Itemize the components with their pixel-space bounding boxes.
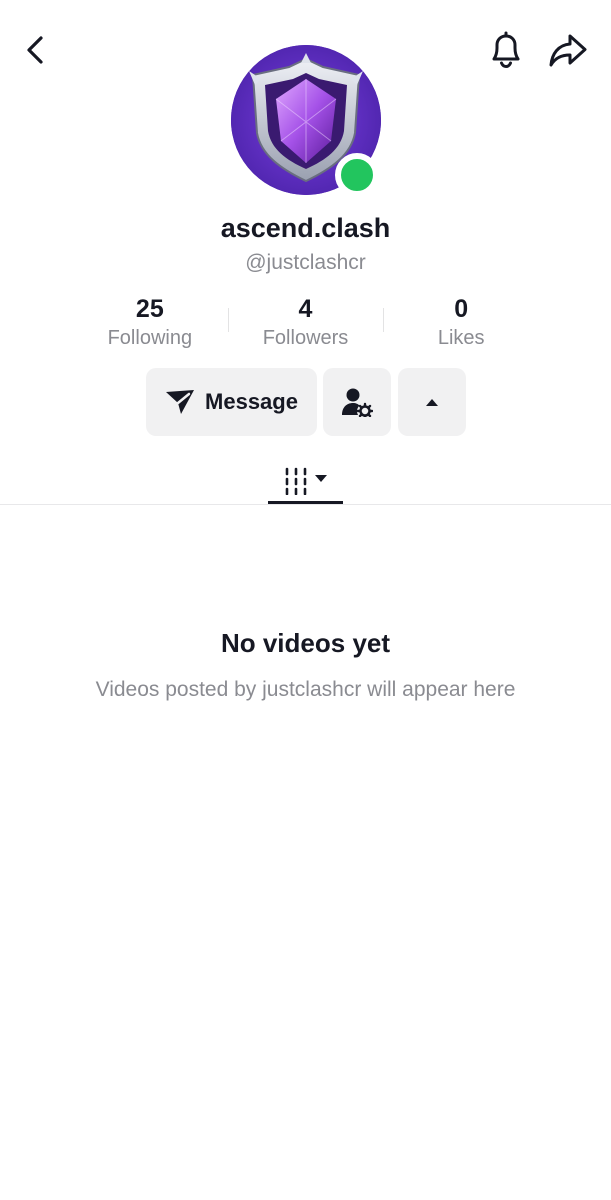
active-tab-indicator	[268, 501, 343, 504]
stats-row: 25 Following 4 Followers 0 Likes	[72, 294, 539, 354]
message-button[interactable]: Message	[146, 368, 317, 436]
stat-label: Likes	[437, 327, 485, 349]
stat-likes[interactable]: 0 Likes	[383, 294, 539, 354]
triangle-up-icon	[426, 399, 438, 406]
avatar-container[interactable]	[231, 45, 381, 197]
friend-settings-button[interactable]	[323, 368, 391, 436]
stat-value: 25	[135, 295, 164, 323]
divider	[383, 308, 384, 332]
username-handle[interactable]: @justclashcr	[0, 251, 611, 275]
stat-following[interactable]: 25 Following	[72, 294, 228, 354]
share-button[interactable]	[545, 27, 591, 73]
paper-plane-icon	[166, 390, 195, 414]
empty-state-title: No videos yet	[220, 628, 391, 658]
person-gear-icon	[342, 388, 373, 417]
stat-value: 0	[454, 295, 469, 323]
display-name: ascend.clash	[220, 213, 391, 243]
back-button[interactable]	[14, 28, 56, 72]
divider	[228, 308, 229, 332]
share-arrow-icon	[549, 34, 587, 67]
tab-videos[interactable]	[268, 455, 343, 505]
stat-value: 4	[298, 295, 313, 323]
stat-label: Followers	[262, 327, 349, 349]
grid-filter-icon	[285, 467, 327, 495]
stat-label: Following	[107, 327, 193, 349]
message-button-label: Message	[205, 389, 298, 414]
online-status-dot	[335, 153, 379, 197]
notifications-button[interactable]	[484, 27, 528, 73]
stat-followers[interactable]: 4 Followers	[228, 294, 384, 354]
more-options-button[interactable]	[398, 368, 466, 436]
empty-state-subtitle: Videos posted by justclashcr will appear…	[95, 678, 516, 701]
chevron-left-icon	[27, 36, 43, 64]
content-tabs	[0, 455, 611, 505]
bell-icon	[492, 31, 520, 69]
